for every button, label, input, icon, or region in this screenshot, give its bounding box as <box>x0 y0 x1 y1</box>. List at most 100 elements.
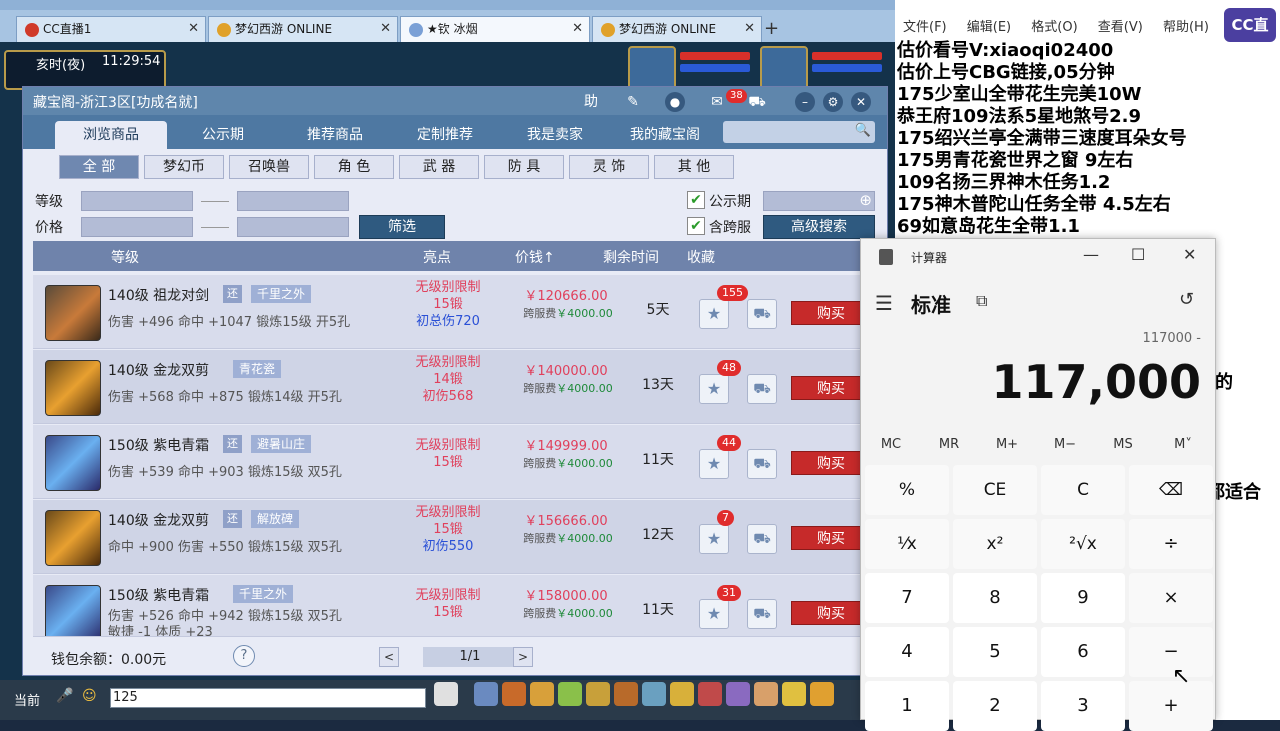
maximize-icon[interactable]: ☐ <box>1131 245 1145 264</box>
browser-tab-3[interactable]: ★钦 冰烟 ✕ <box>400 16 590 42</box>
memory-subtract-button[interactable]: M− <box>1041 437 1089 452</box>
table-row[interactable]: 140级 祖龙对剑 还 千里之外 伤害 +496 命中 +1047 锻炼15级 … <box>33 275 887 349</box>
item-icon[interactable] <box>530 682 554 706</box>
record-icon[interactable]: ● <box>665 92 685 112</box>
close-icon[interactable]: ✕ <box>188 17 199 41</box>
item-icon[interactable] <box>586 682 610 706</box>
add-to-cart-icon[interactable]: ⛟ <box>747 599 777 629</box>
memory-clear-button[interactable]: MC <box>867 437 915 452</box>
item-icon[interactable] <box>810 682 834 706</box>
category-accessories[interactable]: 灵 饰 <box>569 155 649 179</box>
digit-2-key[interactable]: 2 <box>953 681 1037 731</box>
prev-page-button[interactable]: < <box>379 647 399 667</box>
subtract-key[interactable]: − <box>1129 627 1213 677</box>
table-row[interactable]: 150级 紫电青霜 千里之外 伤害 +526 命中 +942 锻炼15级 双5孔… <box>33 575 887 637</box>
menu-edit[interactable]: 编辑(E) <box>967 20 1011 35</box>
digit-9-key[interactable]: 9 <box>1041 573 1125 623</box>
next-page-button[interactable]: > <box>513 647 533 667</box>
percent-key[interactable]: % <box>865 465 949 515</box>
advanced-search-button[interactable]: 高级搜索 <box>763 215 875 239</box>
pet-portrait[interactable] <box>628 46 676 90</box>
item-icon[interactable] <box>614 682 638 706</box>
browser-tab-2[interactable]: 梦幻西游 ONLINE ✕ <box>208 16 398 42</box>
microphone-icon[interactable]: 🎤 <box>56 688 73 704</box>
minimize-button[interactable]: – <box>795 92 815 112</box>
memory-add-button[interactable]: M+ <box>983 437 1031 452</box>
table-row[interactable]: 150级 紫电青霜 还 避暑山庄 伤害 +539 命中 +903 锻炼15级 双… <box>33 425 887 499</box>
minimize-icon[interactable]: — <box>1083 245 1099 264</box>
add-to-cart-icon[interactable]: ⛟ <box>747 449 777 479</box>
add-condition-box[interactable]: ⊕ <box>763 191 875 211</box>
clear-entry-key[interactable]: CE <box>953 465 1037 515</box>
search-input[interactable]: 🔍 <box>723 121 875 143</box>
chat-input[interactable]: 125 <box>110 688 426 708</box>
menu-format[interactable]: 格式(O) <box>1031 20 1077 35</box>
tab-browse[interactable]: 浏览商品 <box>55 121 167 149</box>
favorite-star-icon[interactable]: ★ <box>699 299 729 329</box>
item-icon[interactable] <box>754 682 778 706</box>
header-remaining[interactable]: 剩余时间 <box>603 247 659 267</box>
menu-file[interactable]: 文件(F) <box>903 20 947 35</box>
add-tab-button[interactable]: + <box>764 18 779 39</box>
table-row[interactable]: 140级 金龙双剪 青花瓷 伤害 +568 命中 +875 锻炼14级 开5孔 … <box>33 350 887 424</box>
digit-6-key[interactable]: 6 <box>1041 627 1125 677</box>
keep-on-top-icon[interactable]: ⧉ <box>976 291 987 311</box>
help-button[interactable]: 助 <box>581 92 601 112</box>
buy-button[interactable]: 购买 <box>791 301 871 325</box>
character-portrait[interactable] <box>760 46 808 90</box>
add-to-cart-icon[interactable]: ⛟ <box>747 374 777 404</box>
digit-7-key[interactable]: 7 <box>865 573 949 623</box>
reciprocal-key[interactable]: ¹⁄x <box>865 519 949 569</box>
buy-button[interactable]: 购买 <box>791 376 871 400</box>
help-icon[interactable]: ? <box>233 645 255 667</box>
multiply-key[interactable]: × <box>1129 573 1213 623</box>
close-icon[interactable]: ✕ <box>380 17 391 41</box>
table-row[interactable]: 140级 金龙双剪 还 解放碑 命中 +900 伤害 +550 锻炼15级 双5… <box>33 500 887 574</box>
category-all[interactable]: 全 部 <box>59 155 139 179</box>
favorite-star-icon[interactable]: ★ <box>699 599 729 629</box>
add-to-cart-icon[interactable]: ⛟ <box>747 299 777 329</box>
filter-button[interactable]: 筛选 <box>359 215 445 239</box>
close-icon[interactable]: ✕ <box>744 17 755 41</box>
emoji-icon[interactable]: ☺ <box>82 688 97 704</box>
favorite-star-icon[interactable]: ★ <box>699 449 729 479</box>
close-button[interactable]: ✕ <box>851 92 871 112</box>
favorite-star-icon[interactable]: ★ <box>699 374 729 404</box>
divide-key[interactable]: ÷ <box>1129 519 1213 569</box>
item-icon[interactable] <box>642 682 666 706</box>
level-max-input[interactable] <box>237 191 349 211</box>
sqrt-key[interactable]: ²√x <box>1041 519 1125 569</box>
category-other[interactable]: 其 他 <box>654 155 734 179</box>
message-icon[interactable]: ✉ <box>707 92 727 112</box>
digit-4-key[interactable]: 4 <box>865 627 949 677</box>
tab-custom[interactable]: 定制推荐 <box>393 121 497 149</box>
item-icon[interactable] <box>502 682 526 706</box>
buy-button[interactable]: 购买 <box>791 601 871 625</box>
buy-button[interactable]: 购买 <box>791 526 871 550</box>
item-icon[interactable] <box>698 682 722 706</box>
tab-public[interactable]: 公示期 <box>173 121 273 149</box>
tab-recommended[interactable]: 推荐商品 <box>283 121 387 149</box>
buy-button[interactable]: 购买 <box>791 451 871 475</box>
menu-view[interactable]: 查看(V) <box>1098 20 1143 35</box>
public-checkbox[interactable]: ✔ <box>687 191 705 209</box>
price-min-input[interactable] <box>81 217 193 237</box>
category-coins[interactable]: 梦幻币 <box>144 155 224 179</box>
history-icon[interactable]: ↺ <box>1179 289 1194 310</box>
price-max-input[interactable] <box>237 217 349 237</box>
item-icon[interactable] <box>474 682 498 706</box>
menu-help[interactable]: 帮助(H) <box>1163 20 1209 35</box>
tab-my-pavilion[interactable]: 我的藏宝阁 <box>613 121 717 149</box>
hammer-icon[interactable]: ✎ <box>623 92 643 112</box>
header-level[interactable]: 等级 <box>111 247 139 267</box>
item-icon[interactable] <box>558 682 582 706</box>
digit-3-key[interactable]: 3 <box>1041 681 1125 731</box>
close-icon[interactable]: ✕ <box>1183 245 1196 264</box>
add-to-cart-icon[interactable]: ⛟ <box>747 524 777 554</box>
category-pets[interactable]: 召唤兽 <box>229 155 309 179</box>
memory-recall-button[interactable]: MR <box>925 437 973 452</box>
chat-channel-label[interactable]: 当前 <box>14 690 40 709</box>
level-min-input[interactable] <box>81 191 193 211</box>
category-weapons[interactable]: 武 器 <box>399 155 479 179</box>
companion-icon[interactable] <box>434 682 458 706</box>
